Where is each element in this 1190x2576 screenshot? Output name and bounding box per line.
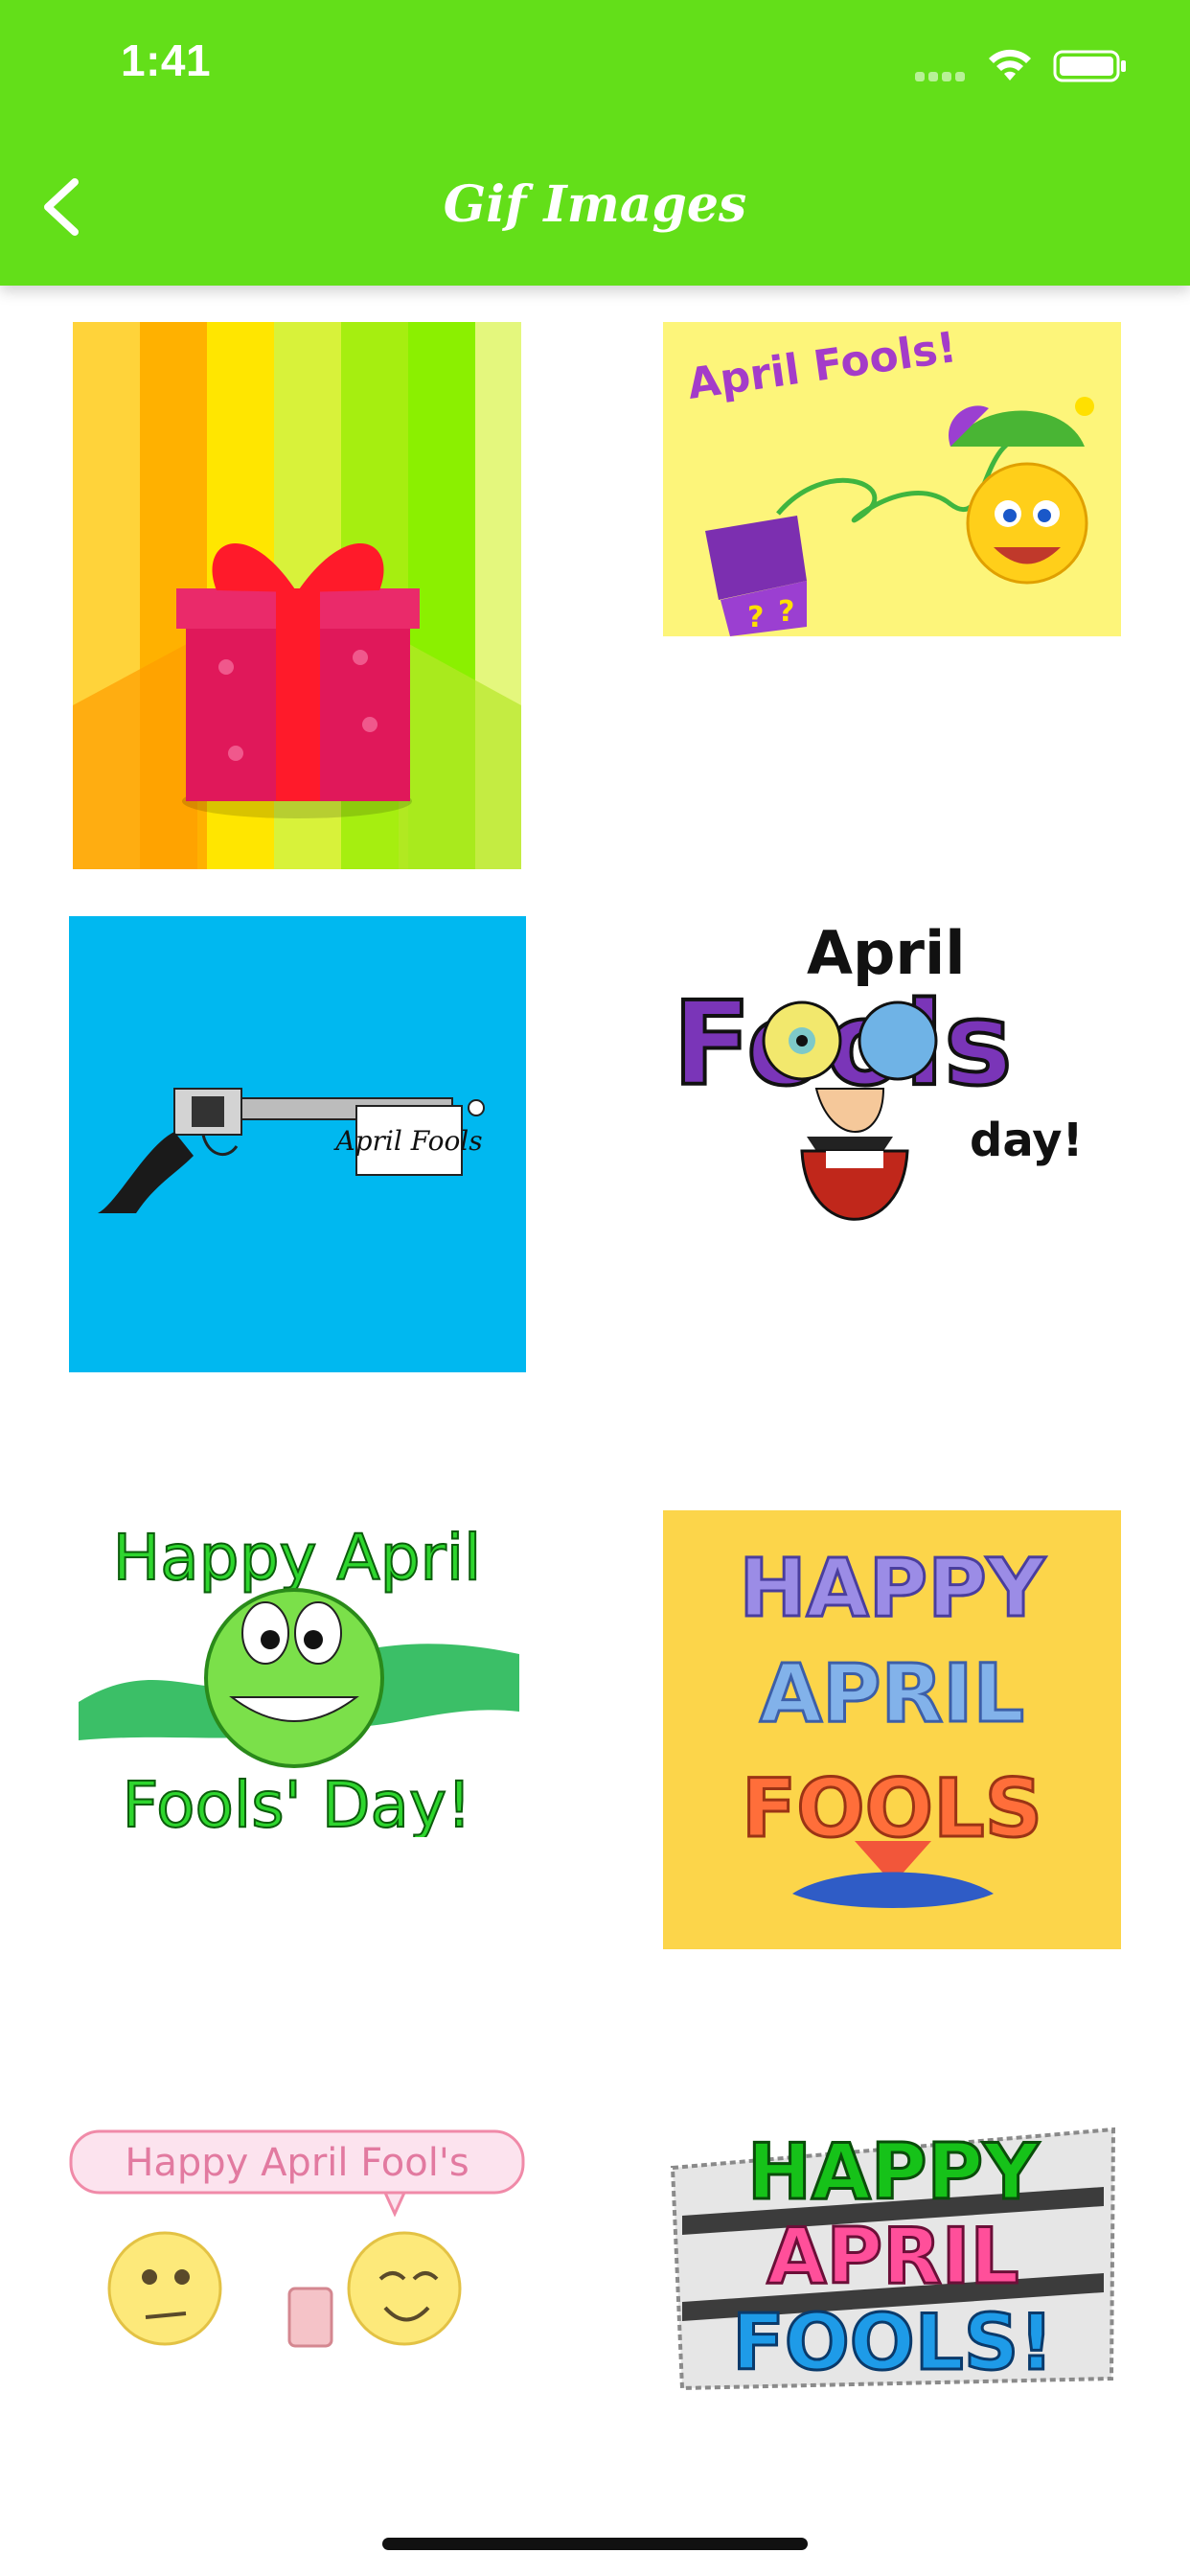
pixel-smileys-caption: Happy April Fool's [125,2141,469,2185]
revolver-flag-text: April Fools [332,1125,482,1157]
gif-tile-revolver[interactable]: April Fools [69,916,526,1372]
gif-tile-green-smiley[interactable]: Happy April Fools' Day! [69,1510,526,1837]
gif-tile-jester-box[interactable]: April Fools! ? ? [663,322,1121,636]
pixel-smileys-image: Happy April Fool's [69,2129,525,2348]
jester-box-image: April Fools! ? ? [684,323,1094,636]
yellow-line1: HAPPY [739,1541,1045,1635]
colorful-line3: FOOLS! [732,2298,1054,2387]
fools-face-line3: day! [970,1114,1083,1167]
green-smiley-line2: Fools' Day! [123,1768,472,1837]
home-indicator[interactable] [382,2538,808,2550]
happy-april-fools-yellow-image: HAPPY APRIL FOOLS [738,1540,1047,1908]
colorful-line2: APRIL [767,2212,1019,2301]
status-time: 1:41 [121,35,212,85]
gif-tile-gift[interactable] [73,322,521,869]
navigation-bar: 1:41 Gif Images [0,0,1190,286]
gif-tile-pixel-smileys[interactable]: Happy April Fool's [69,2126,526,2356]
battery-icon [1053,50,1126,82]
yellow-line2: APRIL [760,1646,1024,1740]
signal-icon [915,69,969,86]
colorful-line1: HAPPY [747,2128,1040,2217]
gif-tile-happy-april-fools-yellow[interactable]: HAPPY APRIL FOOLS [663,1510,1121,1949]
page-title: Gif Images [443,175,747,234]
gift-box-image [73,322,521,869]
green-smiley-line1: Happy April [113,1521,482,1595]
green-smiley-image: Happy April Fools' Day! [79,1520,519,1837]
fools-face-image: April Fools day! [671,918,1083,1221]
wifi-icon [989,49,1031,80]
svg-text:?: ? [778,595,794,629]
gif-tile-fools-face[interactable]: April Fools day! [663,916,1121,1257]
gif-tile-happy-april-fools-colorful[interactable]: HAPPY APRIL FOOLS! [663,2110,1121,2400]
svg-text:?: ? [747,601,764,634]
happy-april-fools-colorful-image: HAPPY APRIL FOOLS! [670,2127,1116,2391]
revolver-image: April Fools [98,1088,485,1213]
jester-caption: April Fools! [684,323,959,409]
